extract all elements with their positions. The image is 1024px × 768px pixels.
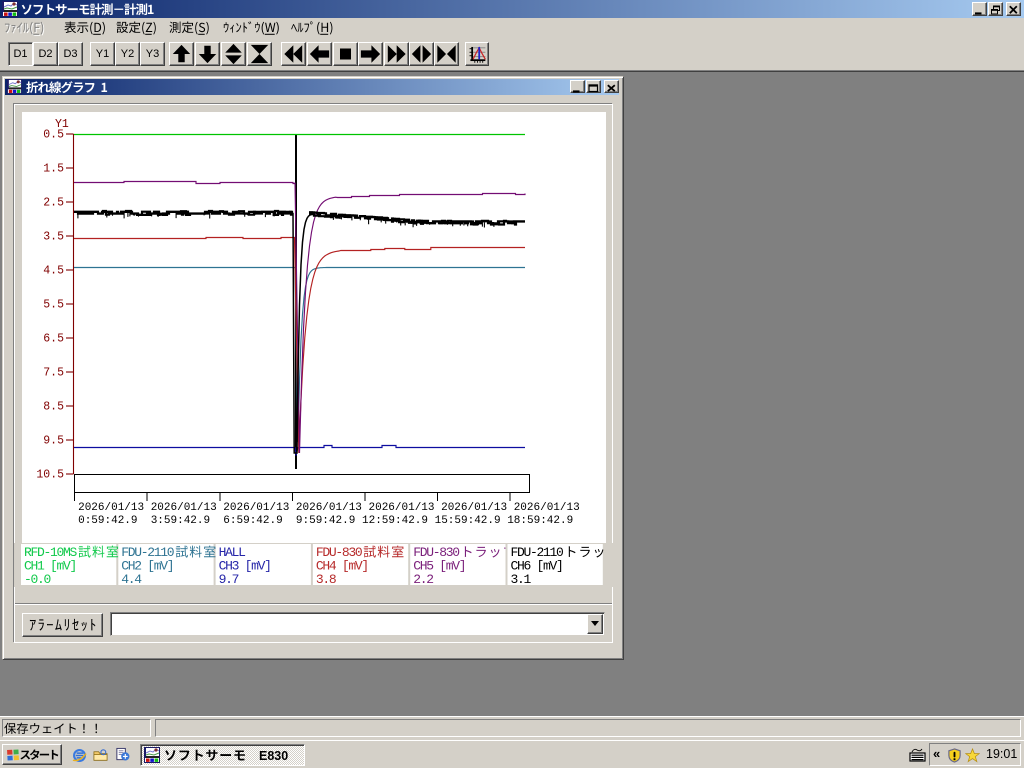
- svg-text:3.5: 3.5: [43, 231, 64, 244]
- svg-text:18:59:42.9: 18:59:42.9: [507, 515, 573, 527]
- svg-text:2026/01/13: 2026/01/13: [296, 502, 362, 514]
- svg-text:2026/01/13: 2026/01/13: [441, 502, 507, 514]
- svg-text:3:59:42.9: 3:59:42.9: [151, 515, 210, 527]
- svg-text:7.5: 7.5: [43, 367, 64, 380]
- svg-text:2026/01/13: 2026/01/13: [514, 502, 580, 514]
- svg-text:2.2: 2.2: [413, 572, 433, 587]
- svg-text:0:59:42.9: 0:59:42.9: [78, 515, 137, 527]
- svg-text:3.1: 3.1: [511, 572, 532, 587]
- svg-text:10.5: 10.5: [36, 469, 64, 482]
- svg-text:15:59:42.9: 15:59:42.9: [435, 515, 501, 527]
- svg-text:2026/01/13: 2026/01/13: [151, 502, 217, 514]
- svg-text:6:59:42.9: 6:59:42.9: [223, 515, 282, 527]
- svg-text:9.7: 9.7: [219, 572, 239, 587]
- svg-text:8.5: 8.5: [43, 401, 64, 414]
- svg-text:Y1: Y1: [55, 118, 69, 131]
- svg-text:12:59:42.9: 12:59:42.9: [362, 515, 428, 527]
- svg-text:9:59:42.9: 9:59:42.9: [296, 515, 355, 527]
- svg-text:4.5: 4.5: [43, 265, 64, 278]
- svg-text:3.8: 3.8: [316, 572, 336, 587]
- svg-text:2026/01/13: 2026/01/13: [223, 502, 289, 514]
- svg-text:2026/01/13: 2026/01/13: [78, 502, 144, 514]
- svg-text:1.5: 1.5: [43, 163, 64, 176]
- svg-text:-0.0: -0.0: [24, 572, 51, 587]
- svg-text:E830: E830: [259, 749, 288, 763]
- svg-text:2.5: 2.5: [43, 197, 64, 210]
- svg-text:5.5: 5.5: [43, 299, 64, 312]
- svg-text:6.5: 6.5: [43, 333, 64, 346]
- svg-text:9.5: 9.5: [43, 435, 64, 448]
- svg-text:2026/01/13: 2026/01/13: [369, 502, 435, 514]
- svg-text:4.4: 4.4: [121, 572, 142, 587]
